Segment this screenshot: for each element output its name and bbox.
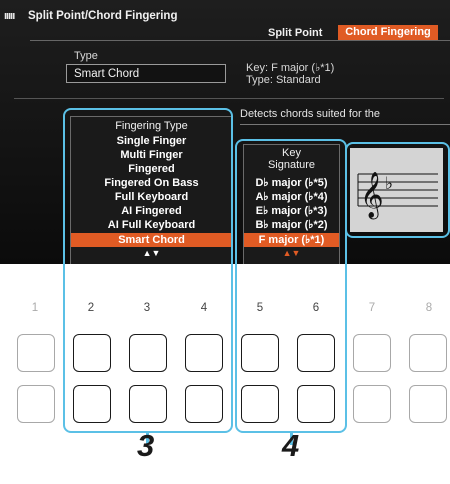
tab-split-point[interactable]: Split Point (268, 27, 322, 39)
screen-title: Split Point/Chord Fingering (28, 10, 178, 22)
callout-frame-staff (345, 142, 450, 238)
button-number: 8 (425, 302, 433, 314)
key-info: Key: F major (♭*1) (246, 62, 335, 74)
type-value-field[interactable]: Smart Chord (66, 64, 226, 83)
title-divider (30, 40, 450, 41)
type-label: Type (74, 50, 98, 62)
step-number-3: 3 (137, 428, 155, 463)
type-info: Type: Standard (246, 74, 321, 86)
callout-frame-step-3 (63, 108, 233, 433)
step-number-4: 4 (282, 428, 300, 463)
button-7-upper[interactable] (353, 334, 391, 372)
button-7-lower[interactable] (353, 385, 391, 423)
button-number: 1 (31, 302, 39, 314)
tab-chord-fingering[interactable]: Chord Fingering (338, 25, 438, 40)
button-1-lower[interactable] (17, 385, 55, 423)
button-number: 7 (368, 302, 376, 314)
button-1-upper[interactable] (17, 334, 55, 372)
button-8-upper[interactable] (409, 334, 447, 372)
keyboard-icon: ııııı (4, 10, 15, 22)
description-underline (240, 124, 450, 125)
description-text: Detects chords suited for the (240, 108, 381, 120)
callout-frame-step-4 (235, 139, 347, 433)
section-divider (14, 98, 444, 99)
title-bar: ııııı Split Point/Chord Fingering Split … (0, 0, 450, 40)
button-8-lower[interactable] (409, 385, 447, 423)
